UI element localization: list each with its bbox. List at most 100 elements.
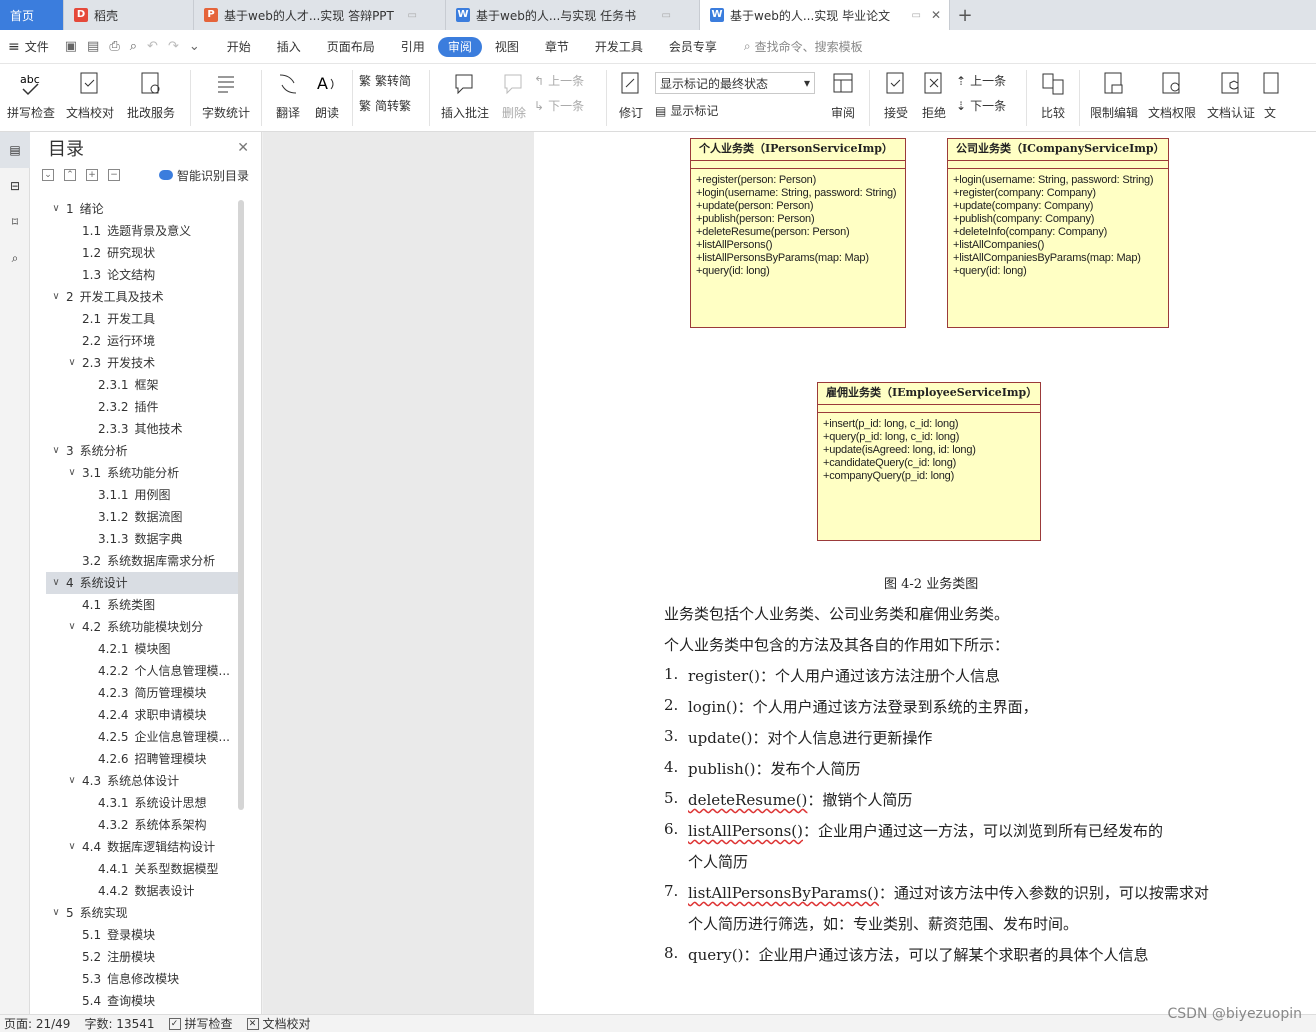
status-spell-check[interactable]: ✓ 拼写检查 <box>168 1015 233 1032</box>
chevron-down-icon[interactable]: ∨ <box>66 616 78 638</box>
export-pdf-icon[interactable]: ▤ <box>87 39 99 54</box>
toc-item[interactable]: 4.4.1 关系型数据模型 <box>46 858 238 880</box>
word-count-button[interactable]: 字数统计 <box>197 64 255 121</box>
toc-scrollbar[interactable] <box>238 200 244 810</box>
remove-icon[interactable]: − <box>108 169 120 181</box>
close-icon[interactable]: ✕ <box>931 8 941 22</box>
toc-item[interactable]: 2.3.2 插件 <box>46 396 238 418</box>
pin-icon[interactable]: ▭ <box>662 10 671 21</box>
toc-item[interactable]: 5.3 信息修改模块 <box>46 968 238 990</box>
menu-item-insert[interactable]: 插入 <box>264 37 314 57</box>
toc-item[interactable]: 2.2 运行环境 <box>46 330 238 352</box>
to-traditional-button[interactable]: 繁简转繁 <box>359 97 423 114</box>
toc-item[interactable]: 1.3 论文结构 <box>46 264 238 286</box>
toc-item[interactable]: 4.2.6 招聘管理模块 <box>46 748 238 770</box>
command-search[interactable]: ⌕ 查找命令、搜索模板 <box>744 38 863 55</box>
toc-item[interactable]: 1.2 研究现状 <box>46 242 238 264</box>
chevron-down-icon[interactable]: ∨ <box>50 902 62 924</box>
toc-item[interactable]: 3.1.2 数据流图 <box>46 506 238 528</box>
prev-comment-button[interactable]: ↰ 上一条 <box>534 72 600 89</box>
page-indicator[interactable]: 页面: 21/49 <box>4 1015 70 1032</box>
toc-item[interactable]: 4.3.2 系统体系架构 <box>46 814 238 836</box>
toc-item[interactable]: 1.1 选题背景及意义 <box>46 220 238 242</box>
toc-item[interactable]: ∨ 2.3 开发技术 <box>46 352 238 374</box>
toc-item[interactable]: ∨ 4 系统设计 <box>46 572 238 594</box>
toc-item[interactable]: ∨ 4.2 系统功能模块划分 <box>46 616 238 638</box>
nav-panel-toggle[interactable]: ⊟ <box>0 168 30 204</box>
doc-certify-button[interactable]: 文档认证 <box>1202 64 1260 121</box>
toc-item[interactable]: 5.1 登录模块 <box>46 924 238 946</box>
toc-item[interactable]: ∨ 4.3 系统总体设计 <box>46 770 238 792</box>
toc-item[interactable]: ∨ 3.1 系统功能分析 <box>46 462 238 484</box>
chevron-down-icon[interactable]: ∨ <box>66 352 78 374</box>
bookmark-panel-toggle[interactable]: ⌑ <box>0 204 30 240</box>
toc-item[interactable]: 3.1.3 数据字典 <box>46 528 238 550</box>
compare-button[interactable]: 比较 <box>1033 64 1073 121</box>
smart-toc-button[interactable]: 智能识别目录 <box>158 167 249 184</box>
prev-change-button[interactable]: ⇡ 上一条 <box>956 72 1020 89</box>
toc-item[interactable]: 4.4.2 数据表设计 <box>46 880 238 902</box>
chevron-down-icon[interactable]: ∨ <box>66 462 78 484</box>
file-menu[interactable]: ≡ 文件 <box>0 38 57 55</box>
spell-check-button[interactable]: abc 拼写检查 <box>0 64 62 121</box>
expand-icon[interactable]: ⌃ <box>64 169 76 181</box>
tab-task[interactable]: W 基于web的人...与实现 任务书 ▭ <box>446 0 700 30</box>
chevron-down-icon[interactable]: ∨ <box>50 440 62 462</box>
toc-item[interactable]: 4.2.1 模块图 <box>46 638 238 660</box>
toc-item[interactable]: 5.4 查询模块 <box>46 990 238 1008</box>
chevron-down-icon[interactable]: ∨ <box>66 836 78 858</box>
translate-button[interactable]: 翻译 <box>268 64 308 121</box>
restrict-edit-button[interactable]: 限制编辑 <box>1086 64 1142 121</box>
track-changes-button[interactable]: 修订 <box>613 64 649 121</box>
menu-item-member[interactable]: 会员专享 <box>656 37 730 57</box>
toc-item[interactable]: ∨ 5 系统实现 <box>46 902 238 924</box>
toc-item[interactable]: 2.1 开发工具 <box>46 308 238 330</box>
toc-item[interactable]: 5.2 注册模块 <box>46 946 238 968</box>
toc-item[interactable]: 4.2.3 简历管理模块 <box>46 682 238 704</box>
toc-panel-toggle[interactable]: ▤ <box>0 132 30 168</box>
menu-item-developer[interactable]: 开发工具 <box>582 37 656 57</box>
redo-icon[interactable]: ↷ <box>168 39 179 54</box>
review-pane-button[interactable]: 审阅 <box>823 64 863 121</box>
save-icon[interactable]: ▣ <box>65 39 77 54</box>
menu-item-section[interactable]: 章节 <box>532 37 582 57</box>
print-preview-icon[interactable]: ⌕ <box>130 39 137 54</box>
toc-item[interactable]: ∨ 1 绪论 <box>46 198 238 220</box>
toc-item[interactable]: 4.2.4 求职申请模块 <box>46 704 238 726</box>
doc-permission-button[interactable]: 文档权限 <box>1142 64 1202 121</box>
toc-item[interactable]: ∨ 4.4 数据库逻辑结构设计 <box>46 836 238 858</box>
pin-icon[interactable]: ▭ <box>408 10 417 21</box>
toc-item[interactable]: ∨ 2 开发工具及技术 <box>46 286 238 308</box>
menu-item-references[interactable]: 引用 <box>388 37 438 57</box>
toc-item[interactable]: 2.3.3 其他技术 <box>46 418 238 440</box>
menu-item-view[interactable]: 视图 <box>482 37 532 57</box>
to-simplified-button[interactable]: 繁繁转简 <box>359 72 423 89</box>
delete-comment-button[interactable]: 删除 <box>494 64 534 121</box>
tab-docer[interactable]: D 稻壳 <box>64 0 194 30</box>
pin-icon[interactable]: ▭ <box>912 10 921 21</box>
toc-item[interactable]: 3.2 系统数据库需求分析 <box>46 550 238 572</box>
chevron-down-icon[interactable]: ∨ <box>50 286 62 308</box>
next-comment-button[interactable]: ↳ 下一条 <box>534 97 600 114</box>
toc-item[interactable]: ∨ 3 系统分析 <box>46 440 238 462</box>
toc-item[interactable]: 4.3.1 系统设计思想 <box>46 792 238 814</box>
word-count-indicator[interactable]: 字数: 13541 <box>84 1015 154 1032</box>
proofread-button[interactable]: 文档校对 <box>62 64 118 121</box>
print-icon[interactable]: ⎙ <box>109 39 119 54</box>
status-proofread[interactable]: ✕ 文档校对 <box>246 1015 311 1032</box>
toc-item[interactable]: 4.2.2 个人信息管理模... <box>46 660 238 682</box>
chevron-down-icon[interactable]: ∨ <box>50 198 62 220</box>
more-ribbon-button[interactable]: 文 <box>1260 64 1280 121</box>
toc-item[interactable]: 2.3.1 框架 <box>46 374 238 396</box>
tab-home[interactable]: 首页 <box>0 0 64 30</box>
add-icon[interactable]: + <box>86 169 98 181</box>
accept-button[interactable]: 接受 <box>876 64 916 121</box>
insert-comment-button[interactable]: 插入批注 <box>436 64 494 121</box>
batch-service-button[interactable]: 批改服务 <box>118 64 184 121</box>
new-tab-button[interactable]: + <box>950 0 980 30</box>
menu-item-layout[interactable]: 页面布局 <box>314 37 388 57</box>
chevron-down-icon[interactable]: ∨ <box>50 572 62 594</box>
menu-item-review[interactable]: 审阅 <box>437 36 482 57</box>
toc-item[interactable]: 4.1 系统类图 <box>46 594 238 616</box>
chevron-down-icon[interactable]: ∨ <box>66 770 78 792</box>
